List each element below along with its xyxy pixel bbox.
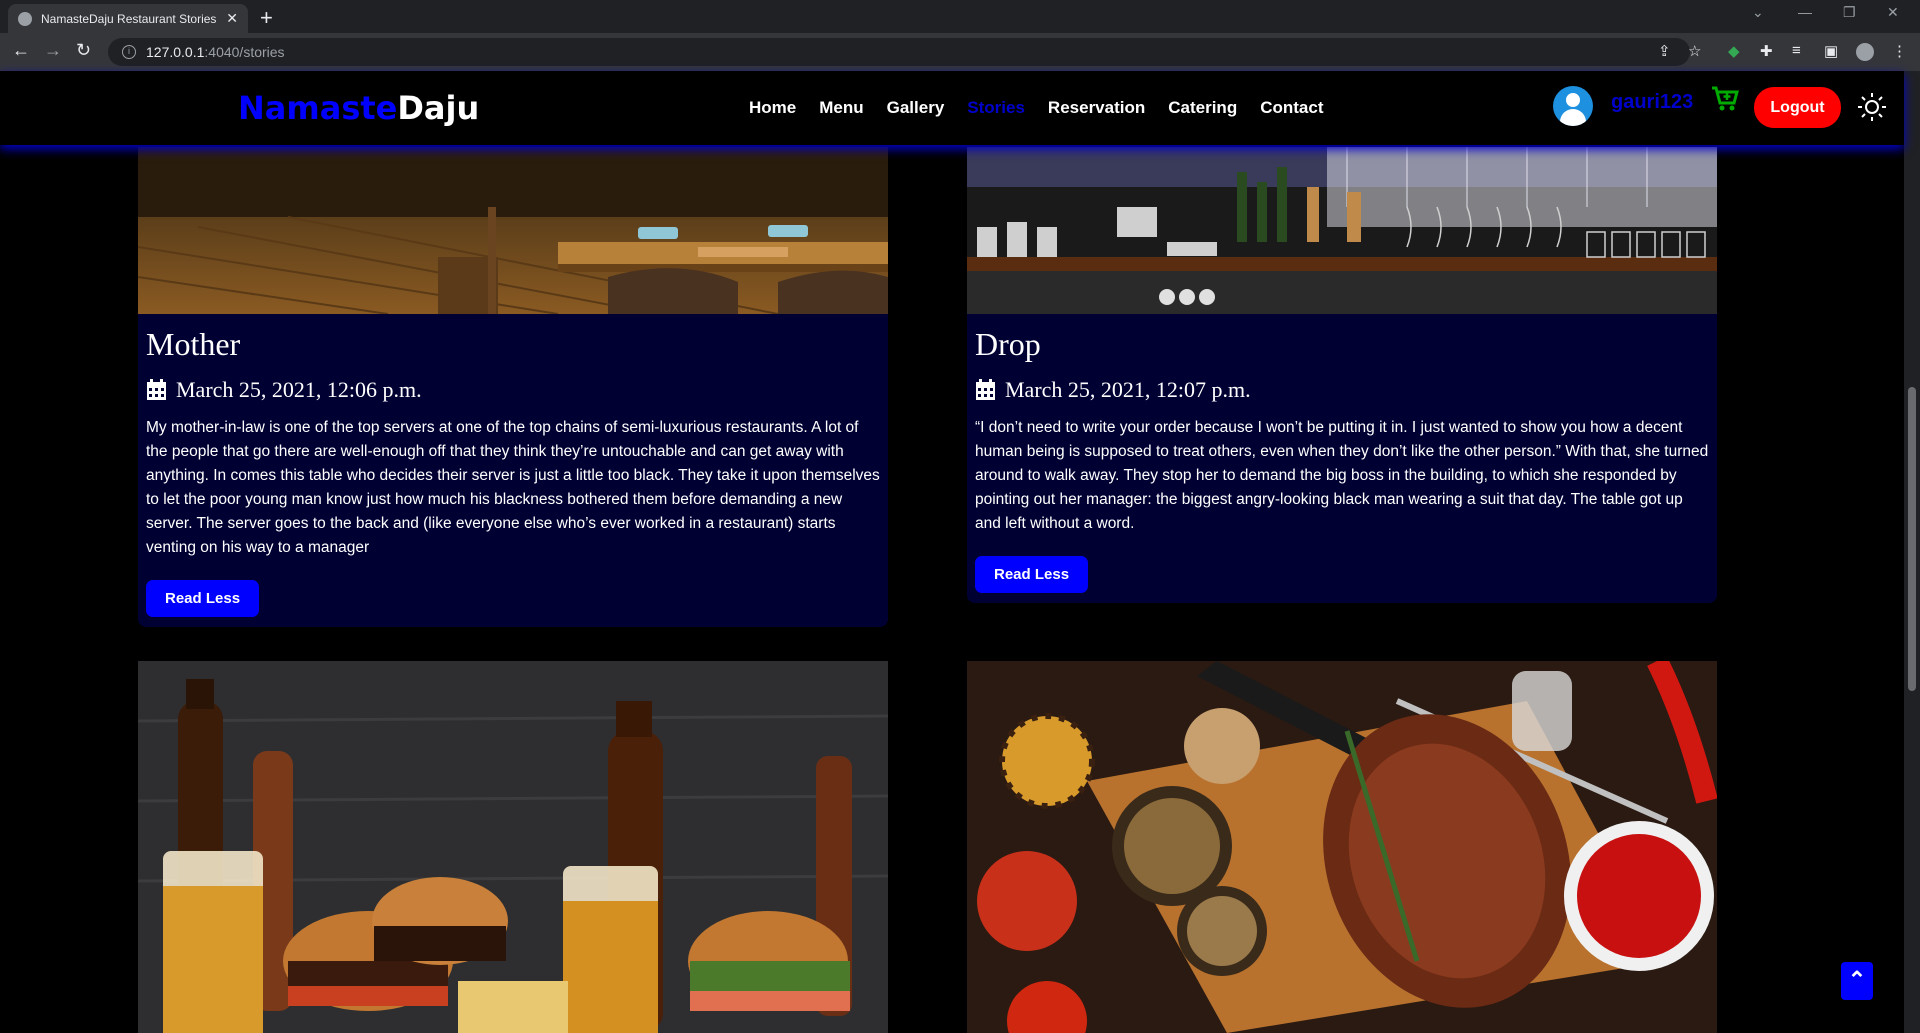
story-image — [138, 661, 888, 1033]
browser-tab-bar: NamasteDaju Restaurant Stories ✕ + ⌄ — ❐… — [0, 0, 1920, 33]
site-header: NamasteDaju Home Menu Gallery Stories Re… — [0, 71, 1904, 145]
story-text: “I don’t need to write your order becaus… — [975, 419, 1709, 532]
story-card: Mother March 25, 2021, 12:06 p.m. My mot… — [138, 147, 888, 627]
forward-icon[interactable]: → — [44, 40, 62, 61]
back-icon[interactable]: ← — [12, 40, 30, 61]
theme-toggle-sun-icon[interactable] — [1857, 92, 1887, 122]
story-card: Drop March 25, 2021, 12:07 p.m. “I don’t… — [967, 147, 1717, 603]
cart-icon[interactable] — [1711, 85, 1739, 113]
tab-title: NamasteDaju Restaurant Stories — [41, 11, 217, 26]
browser-tab[interactable]: NamasteDaju Restaurant Stories ✕ — [8, 4, 248, 33]
restore-icon[interactable]: ❐ — [1843, 4, 1856, 21]
address-bar[interactable]: i 127.0.0.1:4040/stories — [108, 38, 1690, 66]
site-logo[interactable]: NamasteDaju — [238, 89, 479, 127]
menu-kebab-icon[interactable]: ⋮ — [1892, 42, 1907, 60]
calendar-icon — [976, 379, 995, 400]
page-scrollbar[interactable] — [1904, 71, 1920, 1033]
nav-catering[interactable]: Catering — [1168, 98, 1237, 118]
nav-home[interactable]: Home — [749, 98, 796, 118]
nav-gallery[interactable]: Gallery — [887, 98, 945, 118]
calendar-icon — [147, 379, 166, 400]
logo-part2: Daju — [397, 89, 480, 127]
browser-toolbar: ← → ↻ i 127.0.0.1:4040/stories ⇪ ☆ ◆ ✚ ≡… — [0, 33, 1920, 71]
media-icon[interactable]: ≡ — [1792, 42, 1801, 59]
read-less-button[interactable]: Read Less — [975, 556, 1089, 593]
username[interactable]: gauri123 — [1611, 91, 1693, 114]
scroll-to-top-icon[interactable]: ⌃ — [1841, 962, 1873, 1000]
info-icon[interactable]: i — [122, 45, 136, 59]
bookmark-star-icon[interactable]: ☆ — [1688, 42, 1701, 60]
new-tab-icon[interactable]: + — [260, 5, 273, 31]
url-path: :4040/stories — [204, 44, 285, 60]
story-date-text: March 25, 2021, 12:06 p.m. — [176, 377, 422, 402]
story-title: Mother — [146, 326, 241, 362]
share-icon[interactable]: ⇪ — [1658, 42, 1671, 60]
globe-icon — [18, 11, 32, 26]
read-less-button[interactable]: Read Less — [146, 580, 260, 617]
main-nav: Home Menu Gallery Stories Reservation Ca… — [749, 98, 1347, 118]
puzzle-icon[interactable]: ✚ — [1760, 42, 1773, 60]
user-avatar-icon[interactable] — [1553, 86, 1593, 126]
close-tab-icon[interactable]: ✕ — [226, 10, 238, 27]
nav-contact[interactable]: Contact — [1260, 98, 1323, 118]
story-date: March 25, 2021, 12:06 p.m. — [138, 363, 888, 403]
nav-stories[interactable]: Stories — [967, 98, 1025, 118]
extension-icon[interactable]: ◆ — [1728, 42, 1740, 60]
scrollbar-thumb[interactable] — [1908, 387, 1916, 691]
story-title: Drop — [975, 326, 1041, 362]
profile-avatar-icon[interactable] — [1856, 43, 1874, 61]
story-date-text: March 25, 2021, 12:07 p.m. — [1005, 377, 1251, 402]
page-content: Mother March 25, 2021, 12:06 p.m. My mot… — [0, 71, 1904, 1033]
url-host: 127.0.0.1 — [146, 44, 205, 60]
story-image — [967, 661, 1717, 1033]
logout-button[interactable]: Logout — [1754, 87, 1841, 128]
story-image — [967, 147, 1717, 314]
story-date: March 25, 2021, 12:07 p.m. — [967, 363, 1717, 403]
reload-icon[interactable]: ↻ — [76, 40, 91, 61]
side-panel-icon[interactable]: ▣ — [1824, 42, 1838, 60]
logo-part1: Namaste — [238, 89, 398, 127]
nav-reservation[interactable]: Reservation — [1048, 98, 1145, 118]
tab-search-icon[interactable]: ⌄ — [1752, 4, 1764, 21]
story-image — [138, 147, 888, 314]
nav-menu[interactable]: Menu — [819, 98, 863, 118]
minimize-icon[interactable]: — — [1798, 4, 1812, 20]
story-text: My mother-in-law is one of the top serve… — [146, 419, 880, 556]
close-window-icon[interactable]: ✕ — [1887, 4, 1899, 21]
